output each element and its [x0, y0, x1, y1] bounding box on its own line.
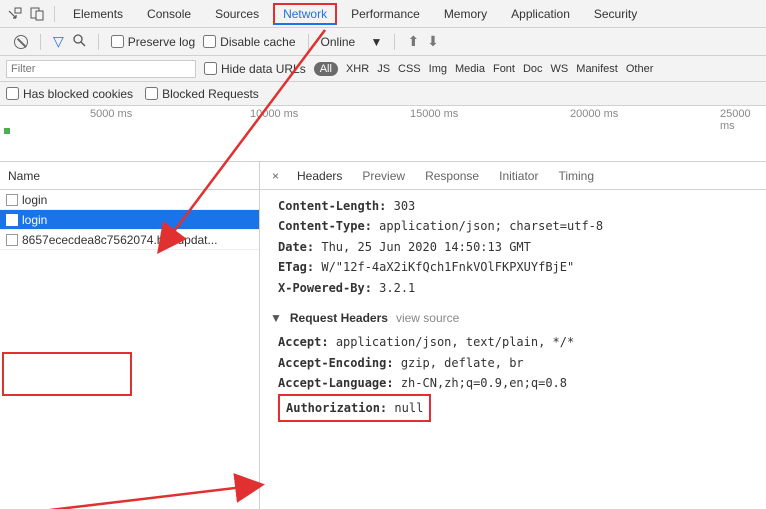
request-name: login [22, 193, 47, 207]
network-toolbar: ▽ Preserve log Disable cache Online ▼ ⬆ … [0, 28, 766, 56]
timeline-tick: 10000 ms [250, 108, 298, 120]
request-name: 8657ececdea8c7562074.hot-updat... [22, 233, 218, 247]
clear-icon[interactable] [14, 35, 28, 49]
blocked-requests-checkbox[interactable]: Blocked Requests [145, 87, 259, 101]
request-list: Name login login 8657ececdea8c7562074.ho… [0, 162, 260, 509]
authorization-header: Authorization: null [278, 394, 431, 422]
hdr-val: 303 [394, 199, 416, 213]
filter-type-doc[interactable]: Doc [523, 63, 543, 75]
document-icon [6, 214, 18, 226]
details-tab-initiator[interactable]: Initiator [489, 165, 548, 187]
filter-type-img[interactable]: Img [429, 63, 447, 75]
tab-elements[interactable]: Elements [63, 3, 133, 25]
preserve-log-label: Preserve log [128, 35, 195, 49]
hdr-val: application/json, text/plain, */* [336, 335, 574, 349]
tab-console[interactable]: Console [137, 3, 201, 25]
request-row-hot-update[interactable]: 8657ececdea8c7562074.hot-updat... [0, 230, 259, 250]
throttling-select[interactable]: Online ▼ [321, 35, 383, 49]
upload-har-icon[interactable]: ⬆ [407, 33, 419, 50]
download-har-icon[interactable]: ⬇ [427, 33, 439, 50]
hdr-val: W/"12f-4aX2iKfQch1FnkVOlFKPXUYfBjE" [321, 260, 574, 274]
timeline-overview[interactable]: 5000 ms 10000 ms 15000 ms 20000 ms 25000… [0, 106, 766, 162]
hdr-val: zh-CN,zh;q=0.9,en;q=0.8 [401, 376, 567, 390]
hdr-key: X-Powered-By: [278, 281, 372, 295]
filter-bar-2: Has blocked cookies Blocked Requests [0, 82, 766, 106]
device-toggle-icon[interactable] [28, 5, 46, 23]
filter-input[interactable] [6, 60, 196, 78]
request-name: login [22, 213, 47, 227]
search-icon[interactable] [72, 33, 86, 50]
filter-bar: Hide data URLs All XHR JS CSS Img Media … [0, 56, 766, 82]
tab-security[interactable]: Security [584, 3, 647, 25]
document-icon [6, 194, 18, 206]
details-tab-response[interactable]: Response [415, 165, 489, 187]
hdr-key: Content-Length: [278, 199, 386, 213]
hdr-key: Content-Type: [278, 219, 372, 233]
timeline-tick: 20000 ms [570, 108, 618, 120]
view-source-link[interactable]: view source [396, 308, 459, 328]
request-headers-section[interactable]: ▼ Request Headers view source [270, 308, 756, 328]
filter-type-other[interactable]: Other [626, 63, 654, 75]
filter-type-xhr[interactable]: XHR [346, 63, 369, 75]
hdr-key: Accept: [278, 335, 329, 349]
section-name: Request Headers [290, 308, 388, 328]
hdr-key: ETag: [278, 260, 314, 274]
chevron-down-icon: ▼ [270, 308, 282, 328]
timeline-tick: 5000 ms [90, 108, 132, 120]
inspect-icon[interactable] [6, 5, 24, 23]
hdr-key: Date: [278, 240, 314, 254]
request-row-login-1[interactable]: login [0, 190, 259, 210]
hdr-val: null [394, 401, 423, 415]
hdr-key: Accept-Language: [278, 376, 394, 390]
devtools-main-tabs: Elements Console Sources Network Perform… [0, 0, 766, 28]
hdr-val: application/json; charset=utf-8 [379, 219, 603, 233]
disable-cache-label: Disable cache [220, 35, 295, 49]
filter-type-css[interactable]: CSS [398, 63, 421, 75]
filter-type-all[interactable]: All [314, 62, 338, 76]
hdr-val: 3.2.1 [379, 281, 415, 295]
details-tab-preview[interactable]: Preview [352, 165, 415, 187]
hdr-val: gzip, deflate, br [401, 356, 524, 370]
filter-type-font[interactable]: Font [493, 63, 515, 75]
timeline-tick: 25000 ms [720, 108, 766, 132]
timeline-bar [4, 128, 10, 134]
details-tab-headers[interactable]: Headers [287, 165, 352, 187]
hdr-key: Authorization: [286, 401, 387, 415]
preserve-log-checkbox[interactable]: Preserve log [111, 35, 195, 49]
details-tabs: × Headers Preview Response Initiator Tim… [260, 162, 766, 190]
filter-type-media[interactable]: Media [455, 63, 485, 75]
request-row-login-2[interactable]: login [0, 210, 259, 230]
filter-icon[interactable]: ▽ [53, 33, 64, 50]
hdr-key: Accept-Encoding: [278, 356, 394, 370]
blocked-cookies-checkbox[interactable]: Has blocked cookies [6, 87, 133, 101]
name-column-header[interactable]: Name [0, 162, 259, 190]
tab-network[interactable]: Network [273, 3, 337, 25]
close-icon[interactable]: × [264, 169, 287, 183]
document-icon [6, 234, 18, 246]
tab-sources[interactable]: Sources [205, 3, 269, 25]
tab-memory[interactable]: Memory [434, 3, 497, 25]
request-details: × Headers Preview Response Initiator Tim… [260, 162, 766, 509]
filter-type-js[interactable]: JS [377, 63, 390, 75]
details-tab-timing[interactable]: Timing [548, 165, 604, 187]
tab-application[interactable]: Application [501, 3, 580, 25]
filter-type-manifest[interactable]: Manifest [576, 63, 618, 75]
headers-body: Content-Length: 303 Content-Type: applic… [260, 190, 766, 432]
disable-cache-checkbox[interactable]: Disable cache [203, 35, 295, 49]
timeline-tick: 15000 ms [410, 108, 458, 120]
hide-data-urls-checkbox[interactable]: Hide data URLs [204, 62, 306, 76]
filter-type-ws[interactable]: WS [551, 63, 569, 75]
hdr-val: Thu, 25 Jun 2020 14:50:13 GMT [321, 240, 531, 254]
tab-performance[interactable]: Performance [341, 3, 430, 25]
